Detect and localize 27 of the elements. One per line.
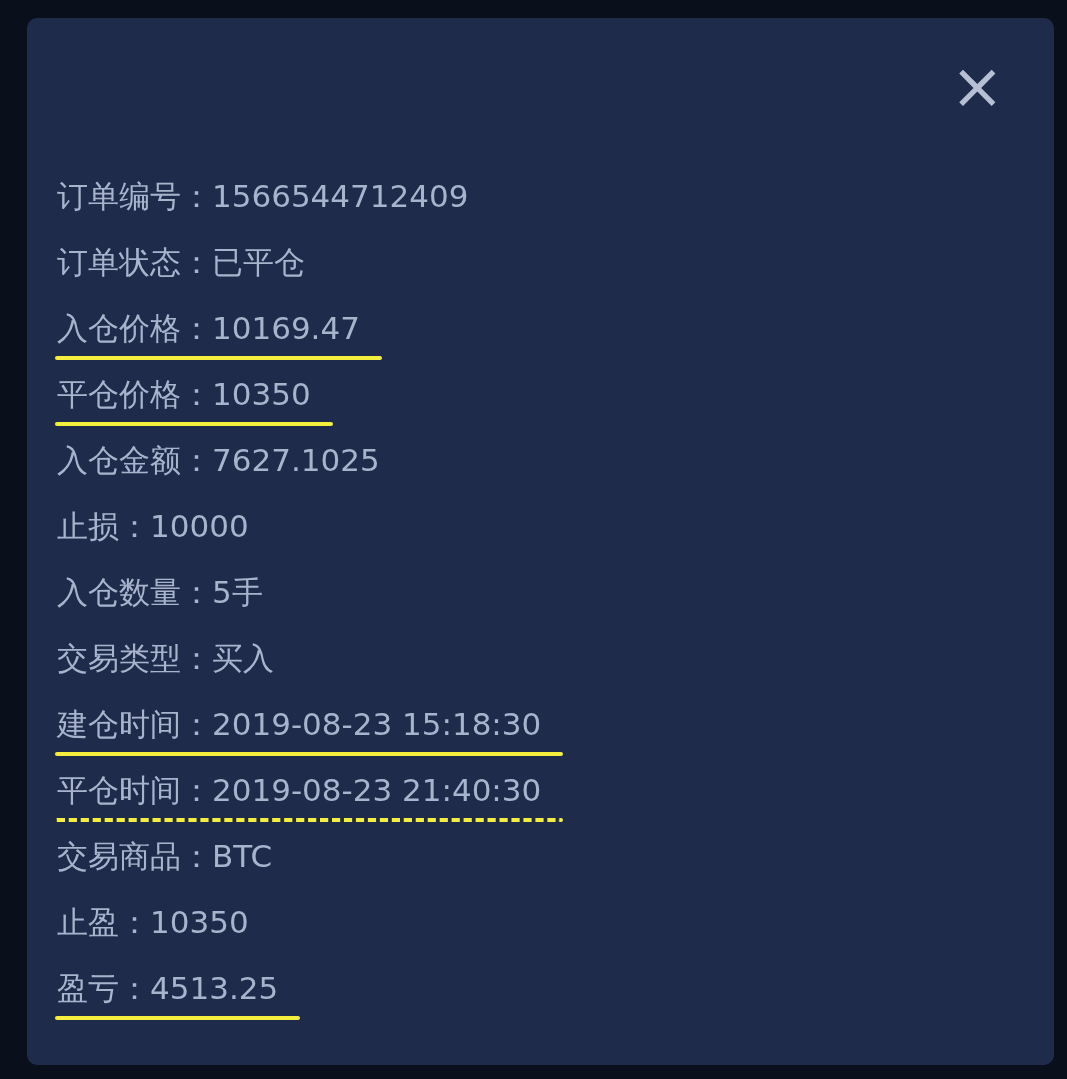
field-value: 4513.25 (150, 969, 279, 1008)
field-label: 入仓数量： (57, 573, 212, 612)
field-value: 10350 (212, 375, 311, 414)
field-label: 交易类型： (57, 639, 212, 678)
field-value: 买入 (212, 639, 274, 678)
field-label: 止盈： (57, 903, 150, 942)
field-label: 订单编号： (57, 177, 212, 216)
field-label: 交易商品： (57, 837, 212, 876)
field-value: 2019-08-23 15:18:30 (212, 705, 542, 744)
field-value: 已平仓 (212, 243, 305, 282)
field-value: 2019-08-23 21:40:30 (212, 771, 542, 810)
field-value: 10000 (150, 507, 249, 546)
field-label: 平仓价格： (57, 375, 212, 414)
field-value: 10169.47 (212, 309, 360, 348)
field-value: 10350 (150, 903, 249, 942)
close-button[interactable]: × (950, 64, 1004, 108)
field-label: 入仓金额： (57, 441, 212, 480)
field-value: BTC (212, 837, 273, 876)
field-label: 盈亏： (57, 969, 150, 1008)
field-label: 订单状态： (57, 243, 212, 282)
field-label: 入仓价格： (57, 309, 212, 348)
field-label: 建仓时间： (57, 705, 212, 744)
field-label: 平仓时间： (57, 771, 212, 810)
field-value: 1566544712409 (212, 177, 469, 216)
field-value: 7627.1025 (212, 441, 380, 480)
field-value: 5手 (212, 573, 263, 612)
field-label: 止损： (57, 507, 150, 546)
